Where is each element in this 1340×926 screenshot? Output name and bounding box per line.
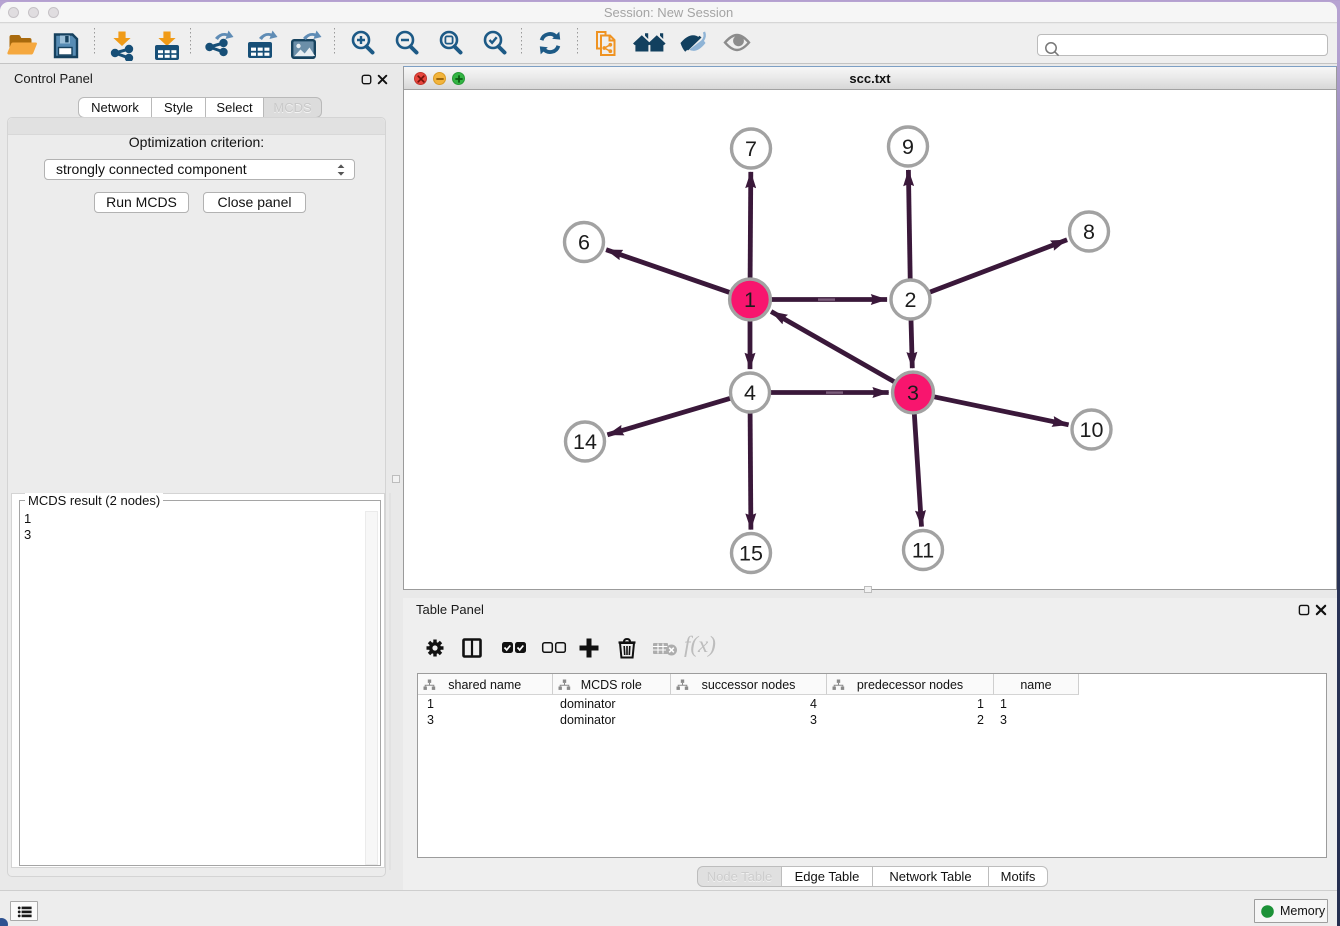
svg-text:9: 9 — [902, 135, 914, 159]
svg-text:10: 10 — [1080, 418, 1104, 442]
svg-text:14: 14 — [573, 430, 597, 454]
svg-text:6: 6 — [578, 230, 590, 254]
svg-text:8: 8 — [1083, 220, 1095, 244]
svg-text:3: 3 — [907, 381, 919, 405]
svg-text:1: 1 — [744, 288, 756, 312]
svg-text:4: 4 — [744, 381, 756, 405]
svg-text:11: 11 — [912, 538, 934, 562]
svg-text:15: 15 — [739, 541, 763, 565]
svg-text:7: 7 — [745, 137, 757, 161]
svg-text:2: 2 — [905, 288, 917, 312]
